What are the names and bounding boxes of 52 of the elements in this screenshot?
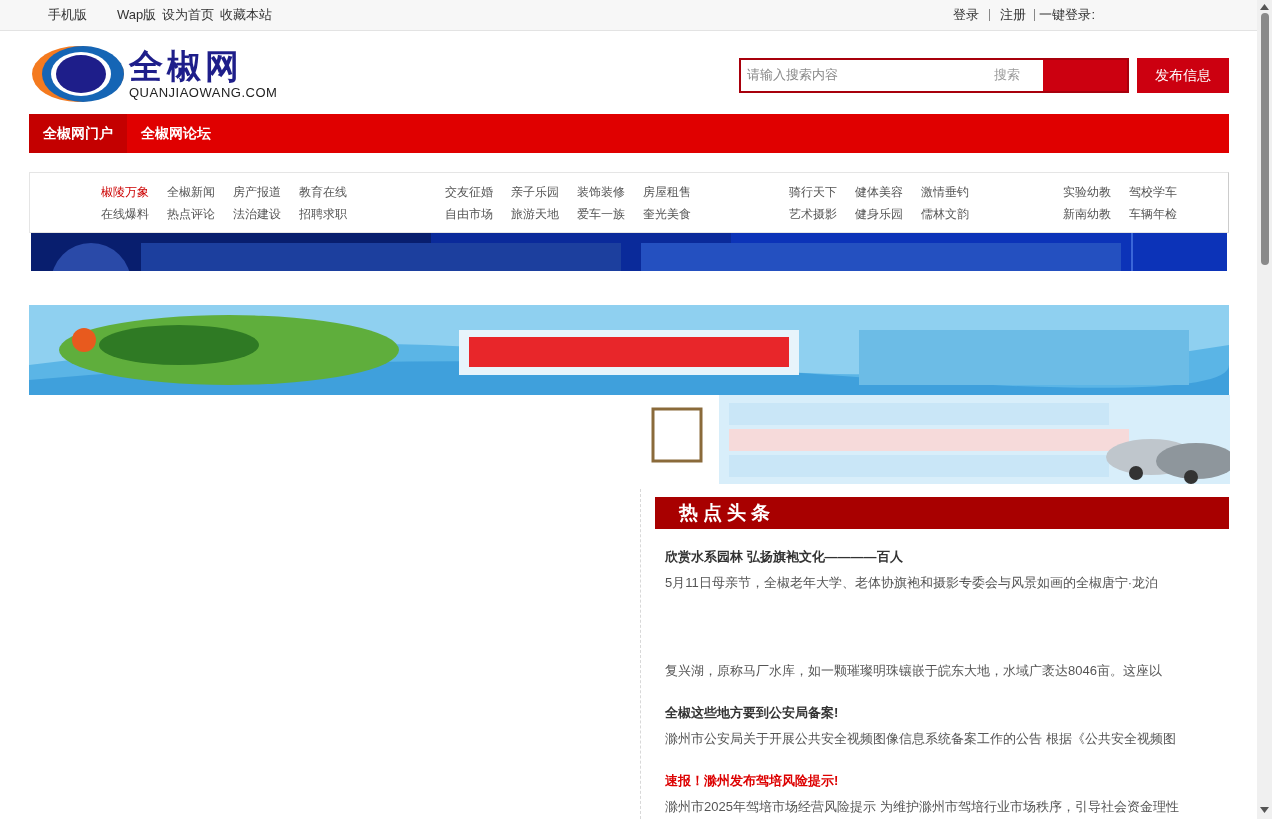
logo-icon [31, 44, 125, 103]
category-link[interactable]: 教育在线 [299, 184, 365, 199]
category-link[interactable]: 装饰装修 [577, 184, 643, 199]
section-title: 热点头条 [679, 500, 775, 525]
top-link[interactable]: 手机版 [48, 5, 87, 25]
category-link[interactable]: 交友征婚 [445, 184, 511, 199]
category-link[interactable]: 椒陵万象 [101, 184, 167, 199]
category-link[interactable]: 健体美容 [855, 184, 921, 199]
top-link[interactable]: 登录 [953, 5, 980, 25]
category-link[interactable]: 在线爆料 [101, 206, 167, 221]
top-link[interactable]: Wap版 [117, 5, 157, 25]
category-link[interactable]: 招聘求职 [299, 206, 365, 221]
category-link[interactable]: 爱车一族 [577, 206, 643, 221]
news-summary: 滁州市公安局关于开展公共安全视频图像信息系统备案工作的公告 根据《公共安全视频图 [665, 730, 1177, 748]
news-title[interactable]: 欣赏水系园林 弘扬旗袍文化————百人 [665, 547, 1229, 567]
category-link[interactable]: 旅游天地 [511, 206, 577, 221]
quick-login-label: 一键登录: [1039, 6, 1095, 25]
scroll-thumb[interactable] [1260, 13, 1269, 265]
category-link[interactable]: 新南幼教 [1063, 206, 1129, 221]
category-link[interactable]: 实验幼教 [1063, 184, 1129, 199]
scroll-down-icon[interactable] [1260, 807, 1269, 813]
category-link[interactable]: 车辆年检 [1129, 206, 1195, 221]
news-summary: 滁州市2025年驾培市场经营风险提示 为维护滁州市驾培行业市场秩序，引导社会资金理性 [665, 798, 1180, 816]
nav-tab[interactable]: 全椒网门户 [29, 114, 127, 153]
category-link[interactable]: 儒林文韵 [921, 206, 987, 221]
news-title[interactable]: 速报！滁州发布驾培风险提示! [665, 771, 1229, 791]
logo-title: 全椒网 [129, 48, 244, 83]
category-link[interactable]: 全椒新闻 [167, 184, 233, 199]
news-summary: 复兴湖，原称马厂水库，如一颗璀璨明珠镶嵌于皖东大地，水域广袤达8046亩。这座以 [665, 662, 1163, 680]
category-link[interactable]: 法治建设 [233, 206, 299, 221]
scroll-up-icon[interactable] [1260, 4, 1269, 10]
site-logo[interactable]: 全椒网 QUANJIAOWANG.COM [31, 44, 278, 103]
category-link[interactable]: 房屋租售 [643, 184, 709, 199]
news-title[interactable]: 全椒这些地方要到公安局备案! [665, 703, 1229, 723]
top-link[interactable]: 设为首页 [162, 5, 215, 25]
category-link[interactable]: 亲子乐园 [511, 184, 577, 199]
category-link[interactable]: 热点评论 [167, 206, 233, 221]
category-link[interactable]: 自由市场 [445, 206, 511, 221]
news-summary: 5月11日母亲节，全椒老年大学、老体协旗袍和摄影专委会与风景如画的全椒唐宁·龙泊 [665, 574, 1160, 592]
logo-domain: QUANJIAOWANG.COM [129, 85, 278, 99]
nav-tab[interactable]: 全椒网论坛 [127, 114, 225, 153]
top-link[interactable]: 收藏本站 [220, 5, 273, 25]
category-link[interactable]: 激情垂钓 [921, 184, 987, 199]
category-link[interactable]: 奎光美食 [643, 206, 709, 221]
top-link[interactable]: 注册 [1000, 5, 1027, 25]
scrollbar[interactable] [1257, 0, 1272, 819]
category-link[interactable]: 驾校学车 [1129, 184, 1195, 199]
category-link[interactable]: 艺术摄影 [789, 206, 855, 221]
category-link[interactable]: 健身乐园 [855, 206, 921, 221]
category-link[interactable]: 房产报道 [233, 184, 299, 199]
publish-button[interactable]: 发布信息 [1137, 57, 1229, 93]
category-link[interactable]: 骑行天下 [789, 184, 855, 199]
